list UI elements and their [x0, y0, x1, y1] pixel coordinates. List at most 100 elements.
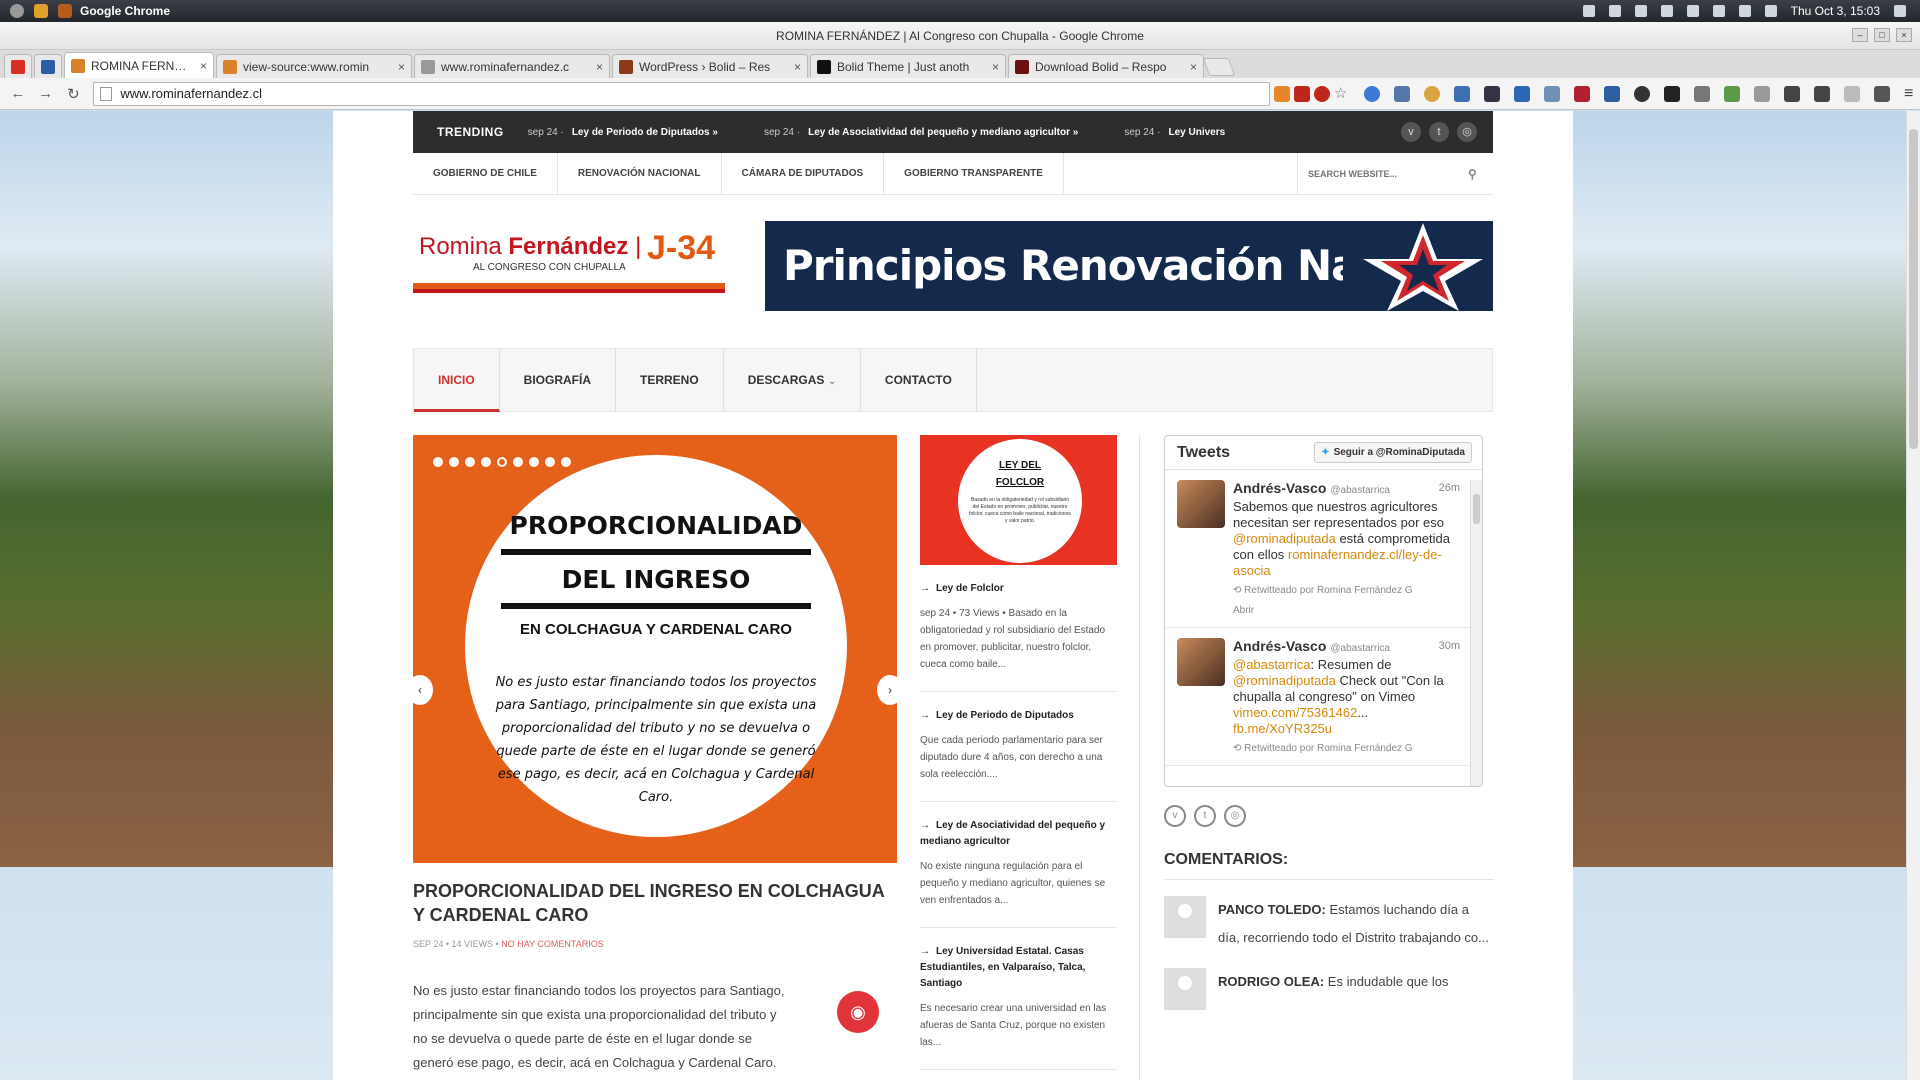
minimize-icon[interactable]: – — [1852, 28, 1868, 42]
trending-item[interactable]: sep 24 · Ley Univers — [1124, 127, 1225, 138]
tab-close-icon[interactable]: × — [590, 60, 603, 74]
main-nav-item[interactable]: TERRENO — [616, 348, 724, 412]
post-comments-link[interactable]: NO HAY COMENTARIOS — [501, 939, 604, 949]
slider-dot[interactable] — [449, 457, 459, 467]
extension-pocket-icon[interactable] — [1814, 85, 1831, 102]
address-bar[interactable]: www.rominafernandez.cl — [93, 81, 1271, 106]
browser-tab[interactable]: Download Bolid – Respo × — [1008, 54, 1204, 78]
tweet-link[interactable]: vimeo.com/75361462 — [1233, 705, 1357, 720]
pinned-tab-gmail[interactable] — [4, 54, 32, 78]
forward-button[interactable]: → — [36, 85, 56, 102]
folclor-image[interactable]: LEY DEL FOLCLOR Basado en la obligatoried… — [920, 435, 1117, 565]
power-icon[interactable] — [1894, 5, 1906, 17]
new-tab-button[interactable] — [1202, 58, 1236, 76]
site-logo[interactable]: Romina Fernández | AL CONGRESO CON CHUPA… — [413, 221, 725, 303]
app-indicator-icon[interactable] — [58, 4, 72, 18]
post-list-item[interactable]: Ley Universidad Estatal. Casas Estudiant… — [920, 928, 1117, 1070]
extension-l-icon[interactable] — [1664, 85, 1681, 102]
tweet-avatar[interactable] — [1177, 638, 1225, 686]
extension-image-icon[interactable] — [1454, 85, 1471, 102]
tweet-author[interactable]: Andrés-Vasco — [1233, 638, 1326, 654]
browser-tab[interactable]: view-source:www.romin × — [216, 54, 412, 78]
chrome-menu-icon[interactable]: ≡ — [1904, 85, 1920, 102]
main-nav-item[interactable]: BIOGRAFÍA — [500, 348, 617, 412]
header-banner[interactable]: Principios Renovación Nacional — [765, 221, 1493, 311]
trending-title[interactable]: Ley de Periodo de Diputados » — [572, 127, 718, 138]
rss-icon[interactable] — [1274, 85, 1291, 102]
post-list-item[interactable]: Ley de Asociatividad del pequeño y media… — [920, 802, 1117, 928]
reload-button[interactable]: ↻ — [64, 85, 84, 103]
follow-button[interactable]: ✦ Seguir a @RominaDiputada — [1314, 442, 1472, 463]
tab-close-icon[interactable]: × — [788, 60, 801, 74]
tweets-scroll-thumb[interactable] — [1473, 494, 1480, 524]
display-icon[interactable] — [1608, 5, 1621, 17]
close-window-icon[interactable]: × — [1896, 28, 1912, 42]
ubuntu-menu-icon[interactable] — [10, 4, 24, 18]
comment[interactable]: RODRIGO OLEA: Es indudable que los — [1164, 968, 1494, 1010]
bluetooth-icon[interactable] — [1712, 5, 1725, 17]
post-list-title[interactable]: Ley de Asociatividad del pequeño y media… — [920, 818, 1117, 850]
tweet[interactable]: Andrés-Vasco @abastarrica Sabemos que nue… — [1165, 470, 1482, 628]
extension-android-icon[interactable] — [1754, 85, 1771, 102]
page-scroll-thumb[interactable] — [1909, 129, 1918, 449]
tweet-avatar[interactable] — [1177, 480, 1225, 528]
slider-dot[interactable] — [481, 457, 491, 467]
slider-next-button[interactable]: › — [877, 675, 897, 705]
trending-title[interactable]: Ley Univers — [1168, 127, 1225, 138]
browser-tab[interactable]: ROMINA FERNÁNDEZ | A× — [64, 52, 214, 78]
eject-icon[interactable] — [1660, 5, 1673, 17]
wifi-icon[interactable] — [1738, 5, 1751, 17]
slider-dot[interactable] — [529, 457, 539, 467]
search-icon[interactable]: ⚲ — [1468, 167, 1477, 181]
slider-dot[interactable] — [433, 457, 443, 467]
tab-close-icon[interactable]: × — [1184, 60, 1197, 74]
chat-icon[interactable] — [1582, 5, 1595, 17]
extension-glasses-icon[interactable] — [1784, 85, 1801, 102]
volume-icon[interactable] — [1686, 5, 1699, 17]
tweet-mention[interactable]: @rominadiputada — [1233, 673, 1336, 688]
vimeo-icon[interactable]: v — [1401, 122, 1421, 142]
clock[interactable]: Thu Oct 3, 15:03 — [1791, 4, 1880, 18]
tweet-link-2[interactable]: fb.me/XoYR325u — [1233, 721, 1332, 736]
tweet-time[interactable]: 26m — [1439, 482, 1460, 494]
twitter-icon[interactable]: t — [1194, 805, 1216, 827]
extension-camera-icon[interactable] — [1484, 85, 1501, 102]
top-nav-item[interactable]: GOBIERNO TRANSPARENTE — [884, 152, 1064, 195]
adblock-icon[interactable] — [1314, 85, 1331, 102]
tweet-time[interactable]: 30m — [1439, 640, 1460, 652]
browser-tab[interactable]: www.rominafernandez.c × — [414, 54, 610, 78]
tweet-mention[interactable]: @abastarrica — [1233, 657, 1311, 672]
tweet-handle[interactable]: @abastarrica — [1330, 643, 1390, 654]
extension-gear-icon[interactable] — [1634, 85, 1651, 102]
featured-slider[interactable]: PROPORCIONALIDAD DEL INGRESO EN COLCHAGU… — [413, 435, 897, 863]
page-scrollbar[interactable] — [1906, 111, 1920, 1080]
maximize-icon[interactable]: □ — [1874, 28, 1890, 42]
extension-puzzle-icon[interactable] — [1724, 85, 1741, 102]
tab-close-icon[interactable]: × — [194, 59, 207, 73]
tweet-mention[interactable]: @rominadiputada — [1233, 531, 1336, 546]
extension-red-icon[interactable] — [1574, 85, 1591, 102]
extension-cookie-icon[interactable] — [1424, 85, 1441, 102]
browser-tab[interactable]: Bolid Theme | Just anoth × — [810, 54, 1006, 78]
back-button[interactable]: ← — [8, 85, 28, 102]
extension-tools-icon[interactable] — [1694, 85, 1711, 102]
tweet-open-link[interactable]: Abrir — [1233, 603, 1463, 619]
cast-icon[interactable] — [1874, 85, 1891, 102]
post-list-item[interactable]: Ley de Folclor sep 24 • 73 Views • Basado… — [920, 565, 1117, 692]
top-nav-item[interactable]: RENOVACIÓN NACIONAL — [558, 152, 722, 195]
top-nav-item[interactable]: CÁMARA DE DIPUTADOS — [722, 152, 885, 195]
extension-globe-icon[interactable] — [1364, 85, 1381, 102]
main-nav-item[interactable]: DESCARGAS ⌄ — [724, 348, 861, 412]
slider-dot[interactable] — [497, 457, 507, 467]
tweet-author[interactable]: Andrés-Vasco — [1233, 480, 1326, 496]
tab-close-icon[interactable]: × — [392, 60, 405, 74]
twitter-icon[interactable]: t — [1429, 122, 1449, 142]
slider-dot[interactable] — [561, 457, 571, 467]
slider-dot[interactable] — [545, 457, 555, 467]
notifications-bell-icon[interactable] — [1844, 85, 1861, 102]
slider-dot[interactable] — [513, 457, 523, 467]
top-nav-item[interactable]: GOBIERNO DE CHILE — [413, 152, 558, 195]
camera-icon[interactable]: ◉ — [837, 991, 879, 1033]
extension-screen-icon[interactable] — [1514, 85, 1531, 102]
slider-dot[interactable] — [465, 457, 475, 467]
